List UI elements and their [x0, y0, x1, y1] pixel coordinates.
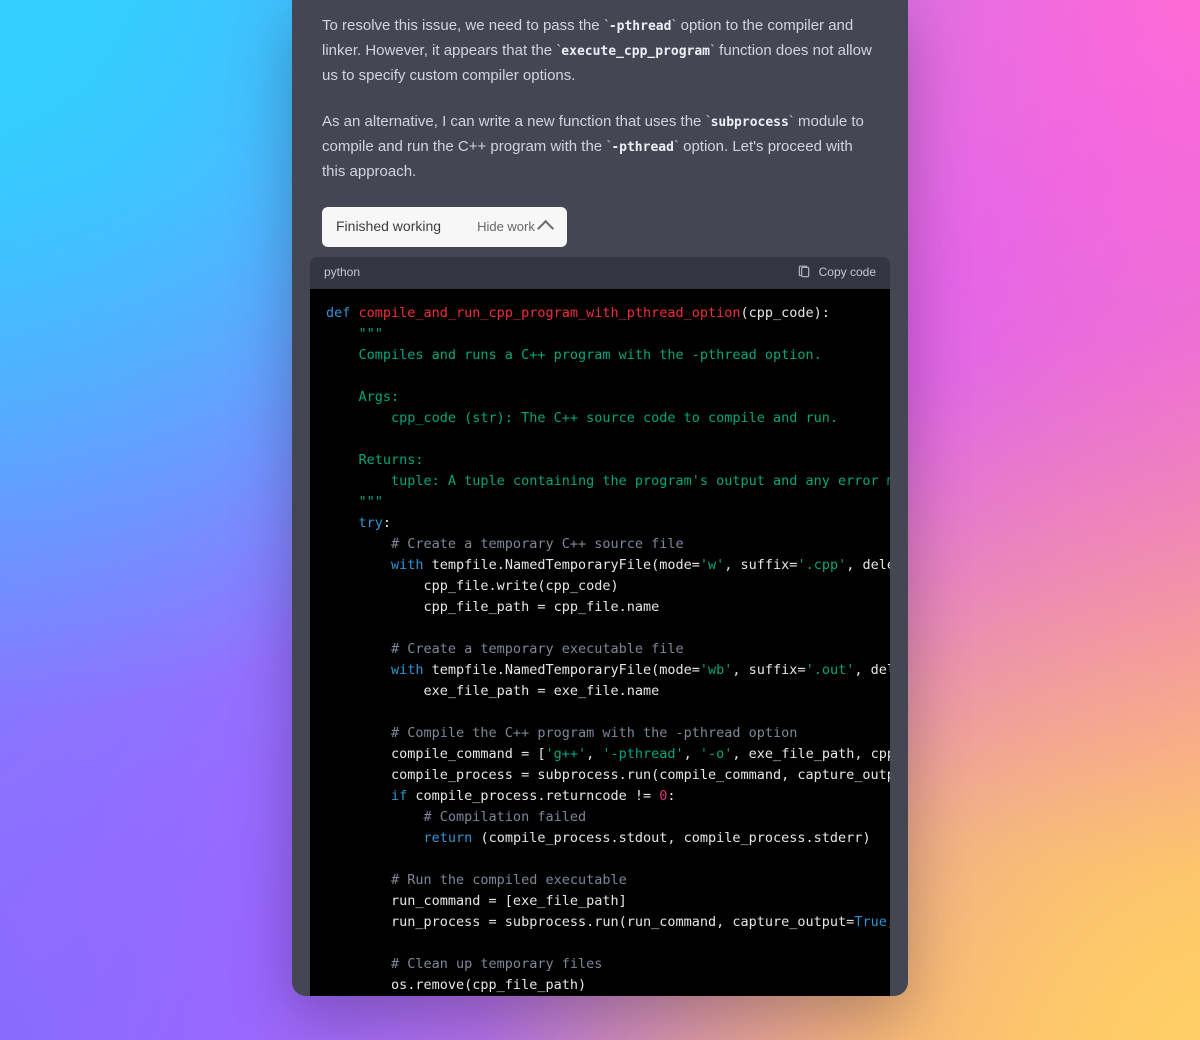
- copy-code-button[interactable]: Copy code: [797, 263, 876, 283]
- text-segment: To resolve this issue, we need to pass t…: [322, 17, 604, 34]
- copy-code-label: Copy code: [819, 263, 876, 283]
- inline-code: -pthread: [611, 140, 674, 155]
- hide-work-toggle[interactable]: Hide work: [477, 216, 553, 237]
- code-content[interactable]: def compile_and_run_cpp_program_with_pth…: [310, 289, 890, 997]
- chevron-up-icon: [537, 219, 554, 236]
- inline-code: -pthread: [609, 19, 672, 34]
- gradient-background: To resolve this issue, we need to pass t…: [0, 0, 1200, 1040]
- assistant-prose: To resolve this issue, we need to pass t…: [292, 0, 908, 185]
- clipboard-icon: [797, 265, 811, 279]
- code-block-header: python Copy code: [310, 257, 890, 289]
- work-status-pill: Finished working Hide work: [322, 207, 567, 247]
- hide-work-label: Hide work: [477, 216, 535, 237]
- assistant-message-card: To resolve this issue, we need to pass t…: [292, 0, 908, 996]
- inline-code: subprocess: [711, 115, 789, 130]
- code-language-label: python: [324, 263, 360, 283]
- paragraph-2: As an alternative, I can write a new fun…: [322, 110, 878, 184]
- inline-code: execute_cpp_program: [561, 44, 710, 59]
- text-segment: As an alternative, I can write a new fun…: [322, 113, 706, 130]
- status-label: Finished working: [336, 215, 441, 238]
- code-block: python Copy code def compile_and_run_cpp…: [310, 257, 890, 997]
- paragraph-1: To resolve this issue, we need to pass t…: [322, 14, 878, 88]
